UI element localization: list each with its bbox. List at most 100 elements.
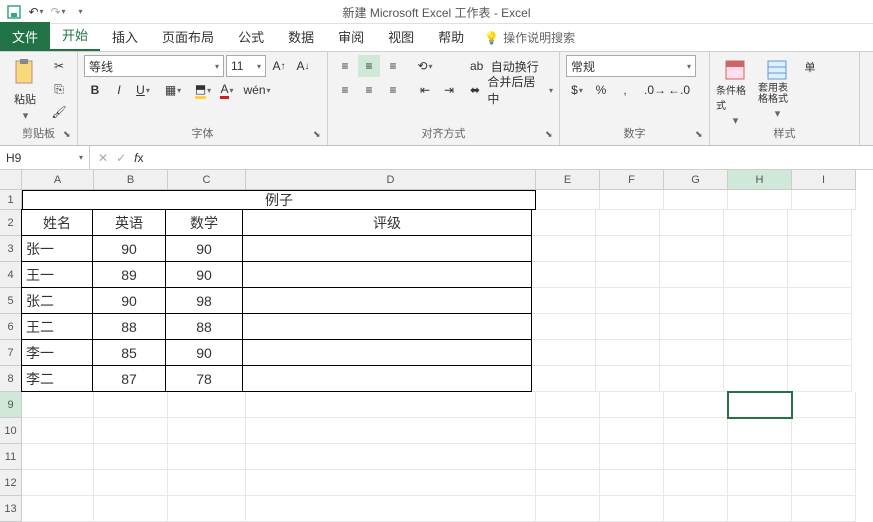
cell[interactable] [788, 262, 852, 288]
cell[interactable] [600, 190, 664, 210]
cancel-formula-icon[interactable]: ✕ [98, 151, 108, 165]
cell[interactable] [94, 444, 168, 470]
cell[interactable] [536, 444, 600, 470]
cell[interactable]: 90 [92, 235, 166, 262]
cell[interactable]: 姓名 [21, 209, 93, 236]
cell[interactable] [596, 314, 660, 340]
decrease-decimal-button[interactable]: ←.0 [668, 79, 690, 101]
column-header-D[interactable]: D [246, 170, 536, 190]
number-format-combo[interactable]: 常规▾ [566, 55, 696, 77]
tell-me-search[interactable]: 💡 操作说明搜索 [476, 24, 583, 51]
cell[interactable] [168, 470, 246, 496]
cell[interactable]: 88 [92, 313, 166, 340]
cell-title[interactable]: 例子 [22, 190, 536, 210]
cell[interactable] [664, 392, 728, 418]
row-header-4[interactable]: 4 [0, 262, 22, 288]
cell[interactable] [242, 339, 532, 366]
cell[interactable] [724, 288, 788, 314]
column-header-E[interactable]: E [536, 170, 600, 190]
column-header-F[interactable]: F [600, 170, 664, 190]
merge-center-button[interactable]: ⬌ 合并后居中▾ [470, 79, 553, 101]
enter-formula-icon[interactable]: ✓ [116, 151, 126, 165]
cell[interactable]: 数学 [165, 209, 243, 236]
pinyin-button[interactable]: wén▾ [246, 79, 268, 101]
cell[interactable] [728, 496, 792, 522]
comma-button[interactable]: , [614, 79, 636, 101]
cell[interactable] [788, 340, 852, 366]
cell[interactable] [242, 313, 532, 340]
number-dialog-launcher[interactable]: ⬊ [695, 129, 707, 141]
italic-button[interactable]: I [108, 79, 130, 101]
column-header-C[interactable]: C [168, 170, 246, 190]
format-painter-button[interactable]: 🖌 [48, 101, 70, 123]
fx-icon[interactable]: fx [134, 151, 143, 165]
cell[interactable] [664, 496, 728, 522]
cell[interactable] [724, 366, 788, 392]
decrease-indent-button[interactable]: ⇤ [414, 79, 436, 101]
tab-formulas[interactable]: 公式 [226, 22, 276, 51]
cell[interactable] [168, 496, 246, 522]
save-icon[interactable] [6, 4, 22, 20]
cell[interactable] [242, 235, 532, 262]
column-header-I[interactable]: I [792, 170, 856, 190]
cell[interactable] [660, 210, 724, 236]
column-header-A[interactable]: A [22, 170, 94, 190]
row-header-3[interactable]: 3 [0, 236, 22, 262]
cell[interactable] [792, 444, 856, 470]
increase-decimal-button[interactable]: .0→ [644, 79, 666, 101]
cell[interactable] [664, 444, 728, 470]
cell[interactable] [242, 261, 532, 288]
cell[interactable] [22, 496, 94, 522]
cell[interactable]: 王一 [21, 261, 93, 288]
cell[interactable] [788, 366, 852, 392]
cell[interactable]: 90 [165, 261, 243, 288]
cell[interactable] [242, 365, 532, 392]
cell[interactable] [788, 314, 852, 340]
table-format-button[interactable]: 套用表格格式▾ [758, 55, 796, 127]
row-header-11[interactable]: 11 [0, 444, 22, 470]
cell[interactable]: 张一 [21, 235, 93, 262]
name-box[interactable]: H9▾ [0, 146, 90, 169]
cell[interactable] [792, 418, 856, 444]
row-header-8[interactable]: 8 [0, 366, 22, 392]
font-color-button[interactable]: A▾ [216, 79, 238, 101]
tab-page-layout[interactable]: 页面布局 [150, 22, 226, 51]
cell[interactable] [536, 496, 600, 522]
cell[interactable] [94, 470, 168, 496]
cell[interactable] [728, 392, 792, 418]
row-header-10[interactable]: 10 [0, 418, 22, 444]
borders-button[interactable]: ▦▾ [162, 79, 184, 101]
cell[interactable] [728, 418, 792, 444]
cell[interactable]: 90 [165, 235, 243, 262]
bold-button[interactable]: B [84, 79, 106, 101]
cell[interactable] [600, 496, 664, 522]
cell[interactable]: 王二 [21, 313, 93, 340]
cell[interactable] [788, 288, 852, 314]
copy-button[interactable]: ⎘ [48, 78, 70, 100]
cell[interactable] [94, 418, 168, 444]
cell[interactable] [246, 392, 536, 418]
cell[interactable] [792, 470, 856, 496]
row-header-1[interactable]: 1 [0, 190, 22, 210]
cell[interactable] [532, 314, 596, 340]
column-header-G[interactable]: G [664, 170, 728, 190]
cell[interactable] [168, 444, 246, 470]
cell[interactable] [660, 314, 724, 340]
cell[interactable] [600, 418, 664, 444]
row-header-13[interactable]: 13 [0, 496, 22, 522]
tab-view[interactable]: 视图 [376, 22, 426, 51]
cell[interactable] [596, 210, 660, 236]
cell[interactable]: 评级 [242, 209, 532, 236]
cell[interactable] [792, 392, 856, 418]
cell[interactable] [792, 190, 856, 210]
column-header-B[interactable]: B [94, 170, 168, 190]
align-bottom-button[interactable]: ≡ [382, 55, 404, 77]
cell[interactable]: 李二 [21, 365, 93, 392]
cell[interactable] [728, 470, 792, 496]
cell[interactable] [596, 262, 660, 288]
tab-file[interactable]: 文件 [0, 22, 50, 51]
cell[interactable]: 78 [165, 365, 243, 392]
orientation-button[interactable]: ⟲▾ [414, 55, 436, 77]
cell[interactable]: 张二 [21, 287, 93, 314]
align-left-button[interactable]: ≡ [334, 79, 356, 101]
